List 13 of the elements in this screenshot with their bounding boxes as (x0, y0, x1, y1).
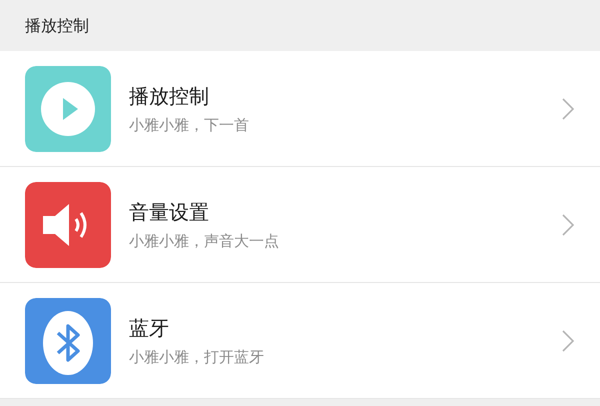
item-subtitle: 小雅小雅，声音大一点 (129, 232, 280, 250)
chevron-right-icon (561, 212, 575, 236)
chevron-right-icon (561, 328, 575, 352)
item-subtitle: 小雅小雅，打开蓝牙 (129, 348, 265, 366)
section-title: 播放控制 (25, 14, 89, 36)
list-item[interactable]: 播放控制 小雅小雅，下一首 (0, 51, 600, 167)
item-subtitle: 小雅小雅，下一首 (129, 116, 250, 134)
list-item[interactable]: 蓝牙 小雅小雅，打开蓝牙 (0, 283, 600, 399)
item-title: 音量设置 (129, 200, 210, 224)
list-item[interactable]: 音量设置 小雅小雅，声音大一点 (0, 167, 600, 283)
item-title: 播放控制 (129, 84, 210, 108)
chevron-right-icon (561, 96, 575, 120)
item-title: 蓝牙 (129, 316, 170, 340)
